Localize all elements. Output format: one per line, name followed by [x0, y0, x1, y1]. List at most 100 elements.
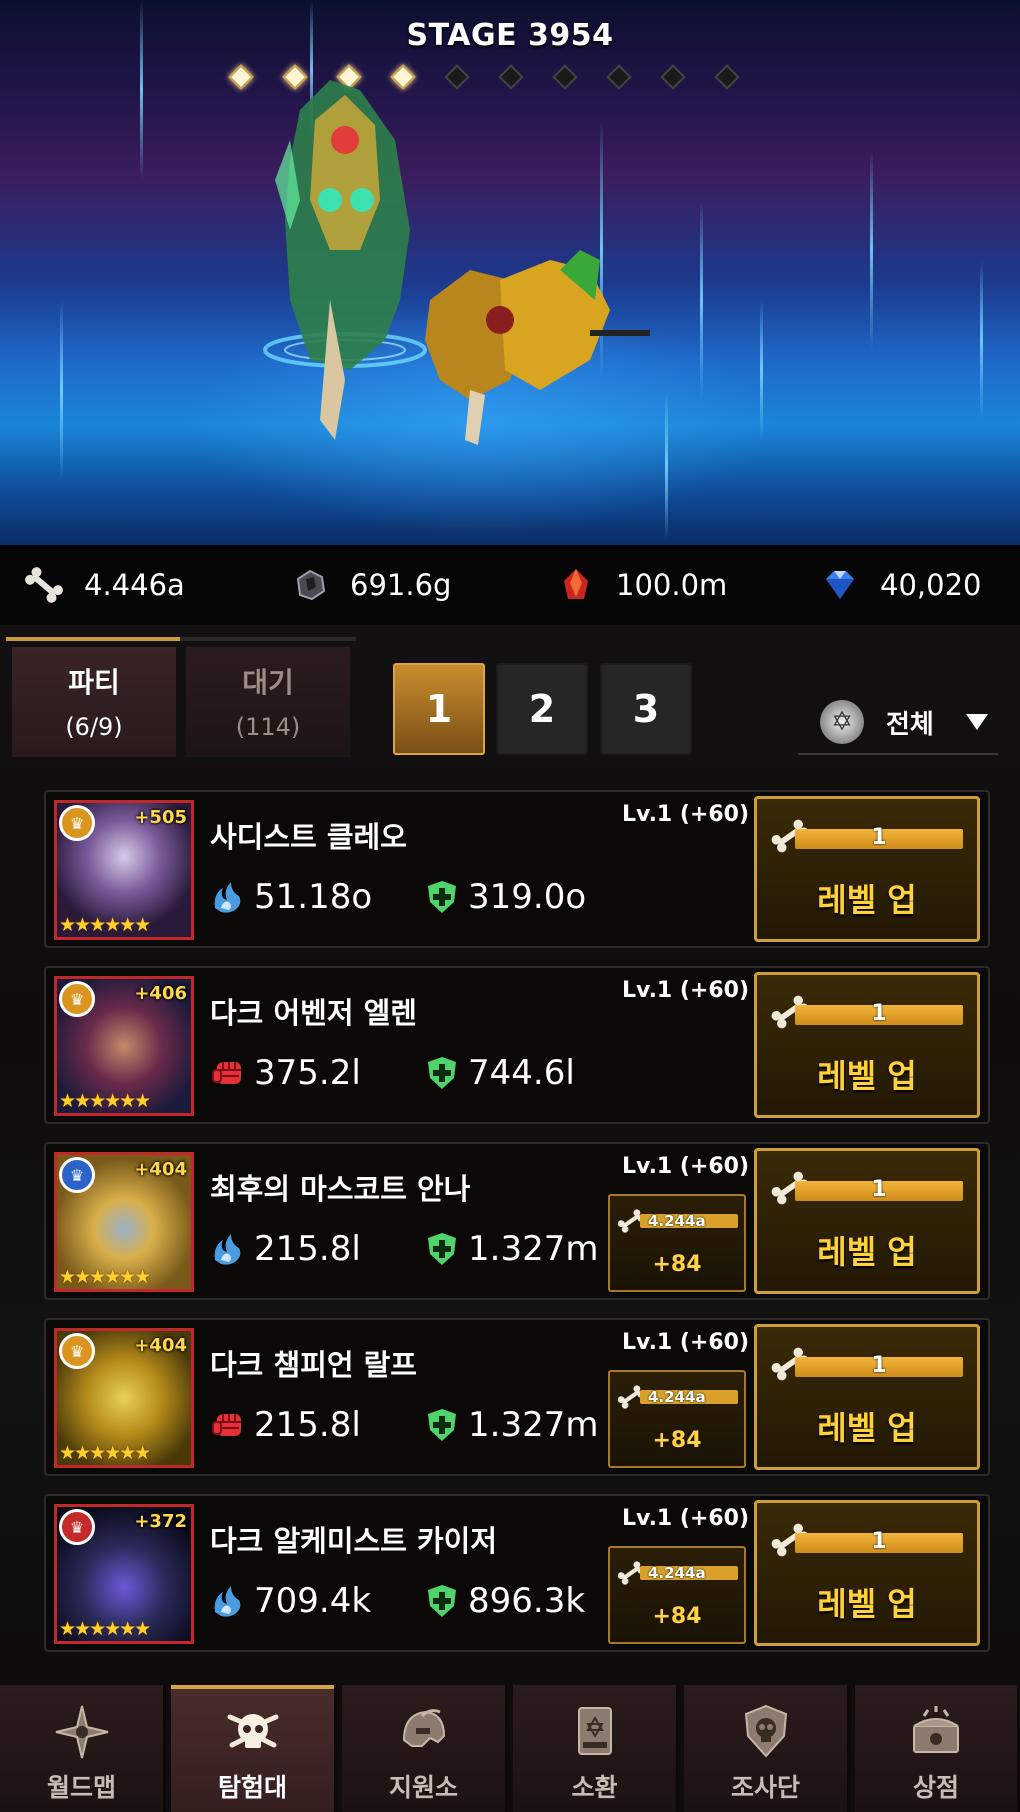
battle-scene: STAGE 3954: [0, 0, 1020, 545]
bulk-level-button[interactable]: 4.244a +84: [608, 1370, 746, 1468]
hero-stars: ★★★★★★: [59, 1618, 151, 1640]
hero-class-icon: ♛: [59, 1333, 95, 1369]
attack-value: 215.8l: [254, 1405, 361, 1445]
resource-diamond: 40,020: [818, 545, 981, 625]
nav-tab-summon-card[interactable]: 소환: [513, 1685, 679, 1812]
nav-tab-compass-star[interactable]: 월드맵: [0, 1685, 166, 1812]
level-up-button[interactable]: 1 레벨 업: [754, 1500, 980, 1646]
nav-label: 소환: [571, 1773, 618, 1802]
tab-standby[interactable]: 대기 (114): [186, 647, 350, 757]
hero-stars: ★★★★★★: [59, 1090, 151, 1112]
hero-class-icon: ♛: [59, 981, 95, 1017]
tab-indicator: [6, 637, 356, 641]
bulk-levels: +84: [652, 1604, 702, 1629]
hero-class-icon: ♛: [59, 805, 95, 841]
resource-bones: 4.446a: [22, 545, 185, 625]
level-up-button[interactable]: 1 레벨 업: [754, 1324, 980, 1470]
level-up-amount: 1: [871, 1177, 887, 1202]
resource-bar: 4.446a 691.6g 100.0m 40,020: [0, 545, 1020, 625]
summon-card-icon: [562, 1699, 628, 1765]
defense-shield-icon: [422, 1229, 462, 1269]
level-up-cost-bar: 1: [795, 825, 963, 850]
hexagram-icon: ✡: [820, 700, 864, 744]
bone-icon: [22, 563, 66, 607]
hero-card[interactable]: ♛ +372 ★★★★★★ 다크 알케미스트 카이저 Lv.1 (+60) 70…: [44, 1494, 990, 1652]
magic-power-icon: [208, 1581, 248, 1621]
hero-portrait[interactable]: ♛ +404 ★★★★★★: [54, 1152, 194, 1292]
nav-label: 상점: [912, 1773, 959, 1802]
bulk-cost: 4.244a: [648, 1388, 706, 1406]
bottom-nav: 월드맵 탐험대 지원소 소환 조사단 상점: [0, 1685, 1020, 1812]
hero-level: Lv.1 (+60): [622, 1330, 750, 1355]
nav-label: 지원소: [388, 1773, 458, 1802]
defense-shield-icon: [422, 877, 462, 917]
resource-value: 100.0m: [616, 568, 728, 602]
defense-shield-icon: [422, 1581, 462, 1621]
tab-party[interactable]: 파티 (6/9): [12, 647, 176, 757]
nav-label: 월드맵: [46, 1773, 116, 1802]
hero-stars: ★★★★★★: [59, 1442, 151, 1464]
tab-party-label: 파티: [68, 666, 120, 699]
element-filter-dropdown[interactable]: ✡ 전체: [798, 691, 998, 755]
defense-value: 896.3k: [468, 1581, 586, 1621]
level-up-amount: 1: [871, 1001, 887, 1026]
active-tab-indicator: [171, 1685, 334, 1689]
shield-skull-icon: [733, 1699, 799, 1765]
party-slot-3-button[interactable]: 3: [600, 663, 692, 755]
party-slot-1-button[interactable]: 1: [393, 663, 485, 755]
defense-value: 744.6l: [468, 1053, 575, 1093]
nav-label: 탐험대: [217, 1773, 287, 1802]
hero-portrait[interactable]: ♛ +406 ★★★★★★: [54, 976, 194, 1116]
hero-card[interactable]: ♛ +404 ★★★★★★ 다크 챔피언 랄프 Lv.1 (+60) 215.8…: [44, 1318, 990, 1476]
bulk-levels: +84: [652, 1428, 702, 1453]
nav-tab-shield-skull[interactable]: 조사단: [684, 1685, 850, 1812]
hero-portrait[interactable]: ♛ +372 ★★★★★★: [54, 1504, 194, 1644]
bulk-level-button[interactable]: 4.244a +84: [608, 1546, 746, 1644]
dropdown-arrow-icon: [965, 714, 988, 730]
resource-value: 4.446a: [84, 568, 185, 602]
defense-shield-icon: [422, 1053, 462, 1093]
ore-stone-icon: [288, 563, 332, 607]
hero-defense-stat: 1.327m: [422, 1402, 598, 1448]
hero-class-icon: ♛: [59, 1157, 95, 1193]
bulk-cost-bar: 4.244a: [640, 1212, 738, 1230]
bulk-level-button[interactable]: 4.244a +84: [608, 1194, 746, 1292]
party-slot-2-button[interactable]: 2: [496, 663, 588, 755]
hero-card[interactable]: ♛ +406 ★★★★★★ 다크 어벤저 엘렌 Lv.1 (+60) 375.2…: [44, 966, 990, 1124]
nav-tab-helmet[interactable]: 지원소: [342, 1685, 508, 1812]
level-up-label: 레벨 업: [817, 881, 917, 919]
magic-power-icon: [208, 877, 248, 917]
attack-value: 709.4k: [254, 1581, 372, 1621]
party-panel: 파티 (6/9) 대기 (114) 1 2 3 ✡ 전체 ♛ +505 ★★★★…: [0, 625, 1020, 1685]
diamond-gem-icon: [818, 563, 862, 607]
nav-tab-skull-emblem[interactable]: 탐험대: [171, 1685, 337, 1812]
resource-ore: 691.6g: [288, 545, 451, 625]
attack-value: 375.2l: [254, 1053, 361, 1093]
hero-portrait[interactable]: ♛ +404 ★★★★★★: [54, 1328, 194, 1468]
hero-stars: ★★★★★★: [59, 914, 151, 936]
hero-portrait[interactable]: ♛ +505 ★★★★★★: [54, 800, 194, 940]
level-up-button[interactable]: 1 레벨 업: [754, 1148, 980, 1294]
hero-attack-stat: 375.2l: [208, 1050, 361, 1096]
bulk-cost-bar: 4.244a: [640, 1388, 738, 1406]
hero-enhance: +372: [134, 1511, 187, 1532]
hero-defense-stat: 896.3k: [422, 1578, 585, 1624]
level-up-cost-bar: 1: [795, 1001, 963, 1026]
tab-standby-label: 대기: [242, 666, 294, 699]
hero-name: 사디스트 클레오: [210, 820, 407, 854]
level-up-button[interactable]: 1 레벨 업: [754, 972, 980, 1118]
bulk-cost: 4.244a: [648, 1212, 706, 1230]
nav-tab-treasure-chest[interactable]: 상점: [855, 1685, 1020, 1812]
level-up-amount: 1: [871, 1353, 887, 1378]
level-up-button[interactable]: 1 레벨 업: [754, 796, 980, 942]
level-up-label: 레벨 업: [817, 1409, 917, 1447]
level-up-amount: 1: [871, 1529, 887, 1554]
hero-card[interactable]: ♛ +404 ★★★★★★ 최후의 마스코트 안나 Lv.1 (+60) 215…: [44, 1142, 990, 1300]
fist-attack-icon: [208, 1405, 248, 1445]
filter-label: 전체: [886, 709, 934, 740]
hero-card[interactable]: ♛ +505 ★★★★★★ 사디스트 클레오 Lv.1 (+60) 51.18o…: [44, 790, 990, 948]
level-up-label: 레벨 업: [817, 1057, 917, 1095]
level-up-label: 레벨 업: [817, 1233, 917, 1271]
hero-level: Lv.1 (+60): [622, 978, 750, 1003]
attack-value: 51.18o: [254, 877, 373, 917]
